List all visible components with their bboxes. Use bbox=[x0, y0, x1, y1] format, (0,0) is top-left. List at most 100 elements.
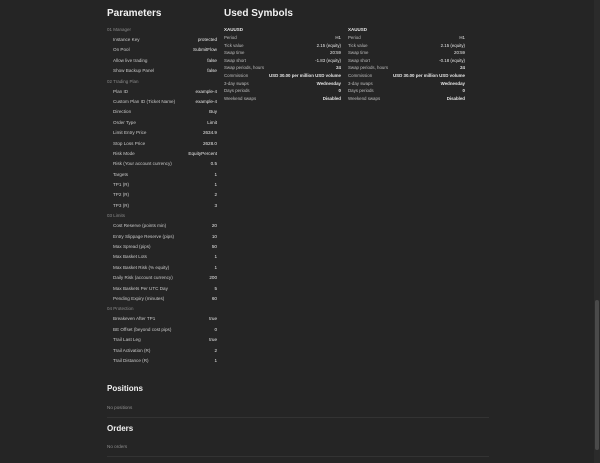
symbol-value: Wednesday bbox=[440, 80, 465, 86]
param-row: Limit Entry Price 2634.9 bbox=[107, 128, 217, 138]
symbol-key: Swap short bbox=[348, 57, 370, 63]
param-key: Targets bbox=[113, 171, 129, 177]
param-row: Risk (Your account currency) 0.5 bbox=[107, 159, 217, 169]
symbol-row: Swap short -1.83 (equity) bbox=[224, 57, 341, 65]
symbol-row: Swap periods, hours 24 bbox=[224, 64, 341, 72]
param-value: Limit bbox=[207, 119, 217, 125]
param-value: Buy bbox=[209, 109, 217, 115]
symbol-key: Weekend swaps bbox=[348, 95, 381, 101]
param-key: TP1 (R) bbox=[113, 182, 130, 188]
symbol-key: Commission bbox=[224, 72, 249, 78]
param-value: 2634.9 bbox=[202, 130, 217, 136]
scrollbar-thumb[interactable] bbox=[595, 300, 599, 450]
param-key: Max Baskets Per UTC Day bbox=[113, 285, 168, 291]
symbol-row: Period H1 bbox=[224, 34, 341, 42]
param-value: 2 bbox=[214, 192, 217, 198]
param-row: Max Baskets Per UTC Day 5 bbox=[107, 284, 217, 294]
param-row: TP3 (R) 3 bbox=[107, 201, 217, 211]
symbol-column-2: XAUUSD Period H1 Tick value 2.15 (equity) Swa… bbox=[348, 26, 465, 102]
symbol-key: Period bbox=[224, 35, 237, 40]
param-key: Breakeven After TP1 bbox=[113, 316, 156, 322]
param-key: TP3 (R) bbox=[113, 202, 130, 208]
param-value: 0.5 bbox=[210, 161, 217, 167]
symbol-value: Disabled bbox=[322, 95, 341, 101]
param-row: Trail Last Leg true bbox=[107, 335, 217, 345]
symbol-row: Days periods 0 bbox=[224, 87, 341, 95]
symbol-value: USD 30.00 per million USD volume bbox=[393, 72, 465, 78]
param-value: SubmitFlow bbox=[193, 47, 217, 53]
param-key: Plan ID bbox=[113, 88, 129, 94]
symbol-name: XAUUSD bbox=[224, 27, 244, 32]
positions-divider bbox=[107, 417, 489, 418]
param-row: Max Basket Risk (% equity) 1 bbox=[107, 263, 217, 273]
symbol-value: H1 bbox=[459, 35, 465, 40]
parameters-title: Parameters bbox=[107, 8, 162, 19]
symbol-row: Days periods 0 bbox=[348, 87, 465, 95]
symbol-key: Commission bbox=[348, 72, 373, 78]
param-value: 50 bbox=[211, 244, 217, 250]
symbol-key: Swap short bbox=[224, 57, 246, 63]
param-row: Show Backup Panel false bbox=[107, 66, 217, 76]
param-row: TP2 (R) 2 bbox=[107, 190, 217, 200]
param-row: Entry Slippage Reserve (pips) 10 bbox=[107, 232, 217, 242]
symbol-key: Swap time bbox=[224, 50, 245, 56]
param-value: 1 bbox=[214, 357, 217, 363]
param-row: BE Offset (beyond cost pips) 0 bbox=[107, 325, 217, 335]
symbol-key: 3-day swaps bbox=[224, 80, 249, 86]
orders-empty-text: No orders bbox=[107, 444, 128, 449]
param-key: Trail Last Leg bbox=[113, 337, 141, 343]
symbol-value: 2.15 (equity) bbox=[440, 42, 465, 48]
symbol-value: 24 bbox=[336, 65, 341, 71]
param-value: 1 bbox=[214, 171, 217, 177]
param-group-title: 02 Trading Plan bbox=[107, 78, 139, 84]
param-key: Show Backup Panel bbox=[113, 68, 155, 74]
param-row: Direction Buy bbox=[107, 107, 217, 117]
symbol-column-1: XAUUSD Period H1 Tick value 2.15 (equity) Swa… bbox=[224, 26, 341, 102]
param-row: Instance Key protected bbox=[107, 35, 217, 45]
symbol-row: Commission USD 30.00 per million USD volu… bbox=[224, 72, 341, 80]
param-group-title: 04 Protection bbox=[107, 306, 134, 312]
param-row: Custom Plan ID (Ticket Name) example-4 bbox=[107, 97, 217, 107]
symbol-value: 20:59 bbox=[330, 50, 341, 56]
param-group-title: 03 Limits bbox=[107, 213, 126, 219]
param-value: protected bbox=[197, 37, 217, 42]
param-key: Daily Risk (account currency) bbox=[113, 275, 173, 281]
param-row: TP1 (R) 1 bbox=[107, 180, 217, 190]
symbol-row: Swap time 20:59 bbox=[224, 49, 341, 57]
param-value: example-4 bbox=[195, 88, 217, 94]
symbol-name: XAUUSD bbox=[348, 27, 368, 32]
symbol-value: 20:59 bbox=[454, 50, 465, 56]
param-key: Stop Loss Price bbox=[113, 140, 146, 146]
symbol-value: -1.83 (equity) bbox=[315, 57, 341, 63]
symbol-row: Swap periods, hours 24 bbox=[348, 64, 465, 72]
param-key: Max Spread (pips) bbox=[113, 244, 151, 250]
symbol-value: -0.18 (equity) bbox=[439, 57, 465, 63]
param-row: Daily Risk (account currency) 200 bbox=[107, 273, 217, 283]
param-group-title: 01 Manager bbox=[107, 27, 132, 32]
parameters-list: 01 Manager Instance Key protected On Pool Su… bbox=[107, 25, 217, 366]
param-value: false bbox=[207, 57, 217, 63]
symbol-row: Tick value 2.15 (equity) bbox=[348, 42, 465, 50]
vertical-scrollbar[interactable] bbox=[594, 0, 600, 463]
param-value: 20 bbox=[211, 223, 217, 229]
symbol-key: Swap periods, hours bbox=[224, 65, 265, 71]
symbol-row: Swap time 20:59 bbox=[348, 49, 465, 57]
param-row: Pending Expiry (minutes) 60 bbox=[107, 294, 217, 304]
positions-empty-text: No positions bbox=[107, 405, 133, 410]
param-key: Trail Distance (R) bbox=[113, 357, 149, 363]
symbol-row: Period H1 bbox=[348, 34, 465, 42]
param-row: Trail Distance (R) 1 bbox=[107, 356, 217, 366]
param-value: 60 bbox=[211, 295, 217, 301]
symbol-row: 3-day swaps Wednesday bbox=[348, 80, 465, 88]
orders-title: Orders bbox=[107, 424, 134, 433]
param-key: TP2 (R) bbox=[113, 192, 130, 198]
param-value: example-4 bbox=[195, 98, 217, 104]
symbol-row: Weekend swaps Disabled bbox=[224, 95, 341, 103]
param-value: true bbox=[209, 316, 217, 322]
param-row: On Pool SubmitFlow bbox=[107, 45, 217, 55]
symbol-key: Swap periods, hours bbox=[348, 65, 389, 71]
param-key: Custom Plan ID (Ticket Name) bbox=[113, 98, 176, 104]
symbol-key: Tick value bbox=[224, 42, 244, 48]
symbol-value: 2.15 (equity) bbox=[316, 42, 341, 48]
param-value: 2628.0 bbox=[202, 140, 217, 146]
